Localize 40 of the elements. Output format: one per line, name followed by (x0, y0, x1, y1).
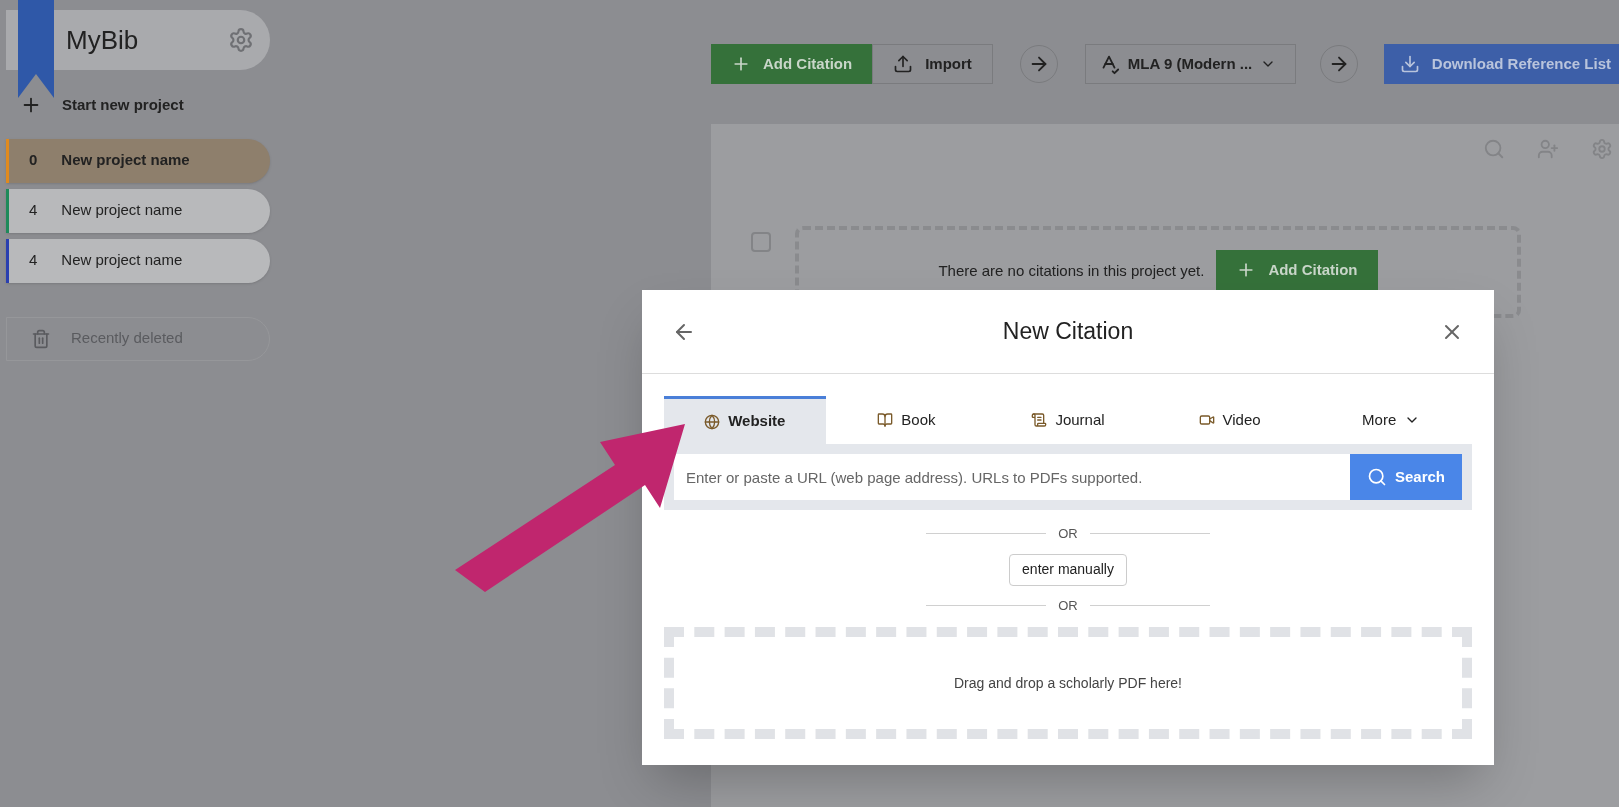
or-separator: OR (1058, 525, 1078, 543)
empty-message: There are no citations in this project yet. (938, 261, 1205, 281)
search-button[interactable]: Search (1350, 454, 1462, 500)
add-user-icon[interactable] (1537, 138, 1559, 160)
add-citation-button[interactable]: Add Citation (710, 44, 873, 84)
scroll-icon (1031, 412, 1048, 428)
settings-icon[interactable] (228, 27, 254, 53)
project-name: New project name (61, 200, 183, 221)
project-name: New project name (61, 150, 190, 171)
dialog-title: New Citation (1002, 317, 1134, 347)
start-new-project-button[interactable]: Start new project (20, 94, 280, 117)
url-input-field[interactable]: Enter or paste a URL (web page address). URLs to PDFs supported. (674, 454, 1350, 500)
project-count: 0 (29, 150, 38, 171)
enter-manually-button[interactable]: enter manually (1009, 553, 1127, 586)
video-camera-icon (1198, 412, 1215, 428)
citation-style-dropdown[interactable]: MLA 9 (Modern ... (1084, 44, 1296, 84)
globe-icon (704, 413, 721, 430)
or-separator: OR (1058, 596, 1078, 615)
source-tab[interactable]: Website (664, 396, 826, 444)
project-count: 4 (29, 250, 38, 271)
trash-icon (31, 328, 51, 349)
project-item[interactable]: 4 New project name (6, 188, 270, 233)
upload-icon (893, 54, 914, 74)
download-reference-list-button[interactable]: Download Reference List (1383, 44, 1619, 84)
search-icon[interactable] (1483, 138, 1505, 160)
import-button[interactable]: Import (872, 44, 993, 84)
dropzone-text: Drag and drop a scholarly PDF here! (954, 673, 1182, 693)
pdf-dropzone[interactable]: Drag and drop a scholarly PDF here! (664, 627, 1472, 739)
search-icon (1366, 467, 1387, 487)
project-item[interactable]: 0 New project name (6, 138, 270, 183)
download-icon (1399, 54, 1420, 74)
book-icon (877, 412, 894, 428)
select-all-checkbox[interactable] (750, 232, 771, 252)
add-citation-button[interactable]: Add Citation (1216, 250, 1378, 290)
project-name: New project name (61, 250, 183, 271)
project-item[interactable]: 4 New project name (6, 238, 270, 283)
project-count: 4 (29, 200, 38, 221)
bookmark-logo-icon (18, 0, 54, 98)
settings-icon[interactable] (1591, 138, 1613, 160)
app-name: MyBib (66, 23, 139, 57)
